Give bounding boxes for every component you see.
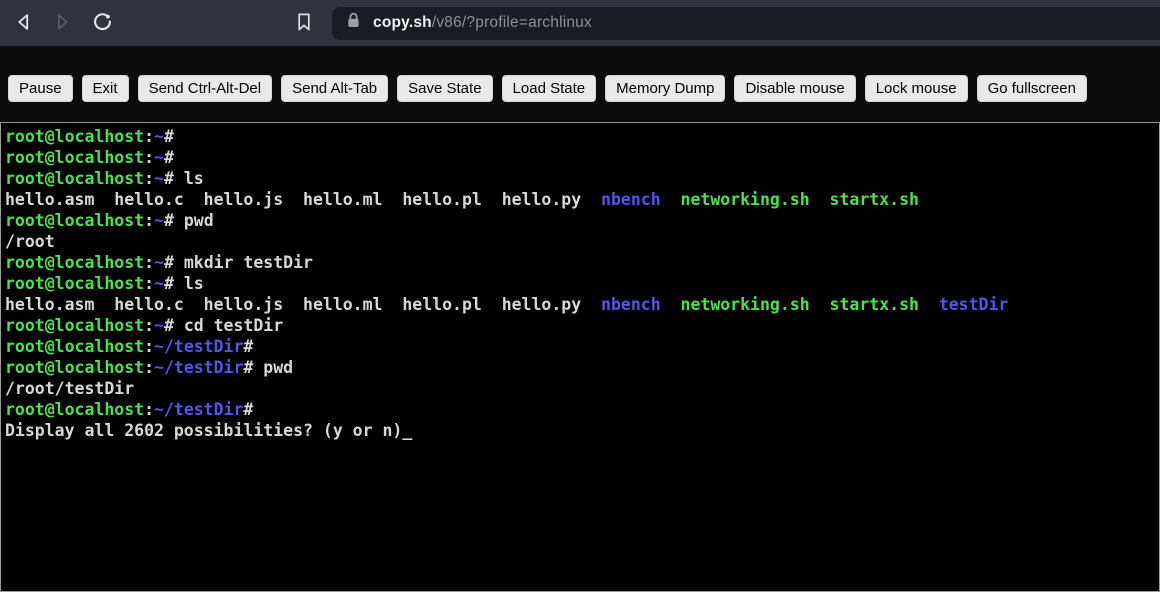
browser-toolbar: copy.sh/v86/?profile=archlinux: [0, 0, 1160, 46]
save-state-button[interactable]: Save State: [397, 75, 493, 102]
bookmark-button[interactable]: [292, 11, 316, 35]
terminal-line: root@localhost:~/testDir#: [5, 400, 254, 419]
pause-button[interactable]: Pause: [8, 75, 73, 102]
terminal-line: root@localhost:~/testDir# pwd: [5, 358, 294, 377]
disable-mouse-button[interactable]: Disable mouse: [734, 75, 856, 102]
forward-button[interactable]: [50, 11, 74, 35]
back-icon: [14, 12, 34, 35]
terminal-line: root@localhost:~#: [5, 148, 174, 167]
terminal-line: hello.asm hello.c hello.js hello.ml hell…: [5, 295, 1009, 314]
send-alt-tab-button[interactable]: Send Alt-Tab: [281, 75, 389, 102]
terminal-line: Display all 2602 possibilities? (y or n)…: [5, 421, 413, 440]
exit-button[interactable]: Exit: [81, 75, 129, 102]
forward-icon: [52, 12, 72, 35]
url-bar[interactable]: copy.sh/v86/?profile=archlinux: [332, 6, 1160, 40]
terminal-output: root@localhost:~# root@localhost:~# root@l…: [5, 126, 1159, 441]
bookmark-icon: [295, 12, 313, 35]
lock-mouse-button[interactable]: Lock mouse: [864, 75, 968, 102]
terminal-line: root@localhost:~# pwd: [5, 211, 214, 230]
terminal-line: root@localhost:~/testDir#: [5, 337, 254, 356]
terminal-line: /root: [5, 232, 55, 251]
terminal-line: root@localhost:~# cd testDir: [5, 316, 284, 335]
load-state-button[interactable]: Load State: [501, 75, 597, 102]
reload-icon: [92, 11, 113, 35]
terminal-line: root@localhost:~# mkdir testDir: [5, 253, 313, 272]
lock-icon: [346, 12, 361, 34]
terminal-line: root@localhost:~# ls: [5, 274, 204, 293]
back-button[interactable]: [12, 11, 36, 35]
vm-controls: Pause Exit Send Ctrl-Alt-Del Send Alt-Tab Sa…: [8, 75, 1160, 102]
terminal-line: /root/testDir: [5, 379, 135, 398]
reload-button[interactable]: [90, 11, 114, 35]
url-path: /v86/?profile=archlinux: [431, 14, 592, 31]
memory-dump-button[interactable]: Memory Dump: [605, 75, 726, 102]
url-text: copy.sh/v86/?profile=archlinux: [373, 14, 592, 32]
send-ctrl-alt-del-button[interactable]: Send Ctrl-Alt-Del: [137, 75, 273, 102]
terminal-screen[interactable]: root@localhost:~# root@localhost:~# root@l…: [0, 122, 1160, 592]
go-fullscreen-button[interactable]: Go fullscreen: [976, 75, 1087, 102]
url-domain: copy.sh: [373, 14, 432, 31]
terminal-line: root@localhost:~# ls: [5, 169, 204, 188]
terminal-line: root@localhost:~#: [5, 127, 174, 146]
terminal-line: hello.asm hello.c hello.js hello.ml hell…: [5, 190, 919, 209]
